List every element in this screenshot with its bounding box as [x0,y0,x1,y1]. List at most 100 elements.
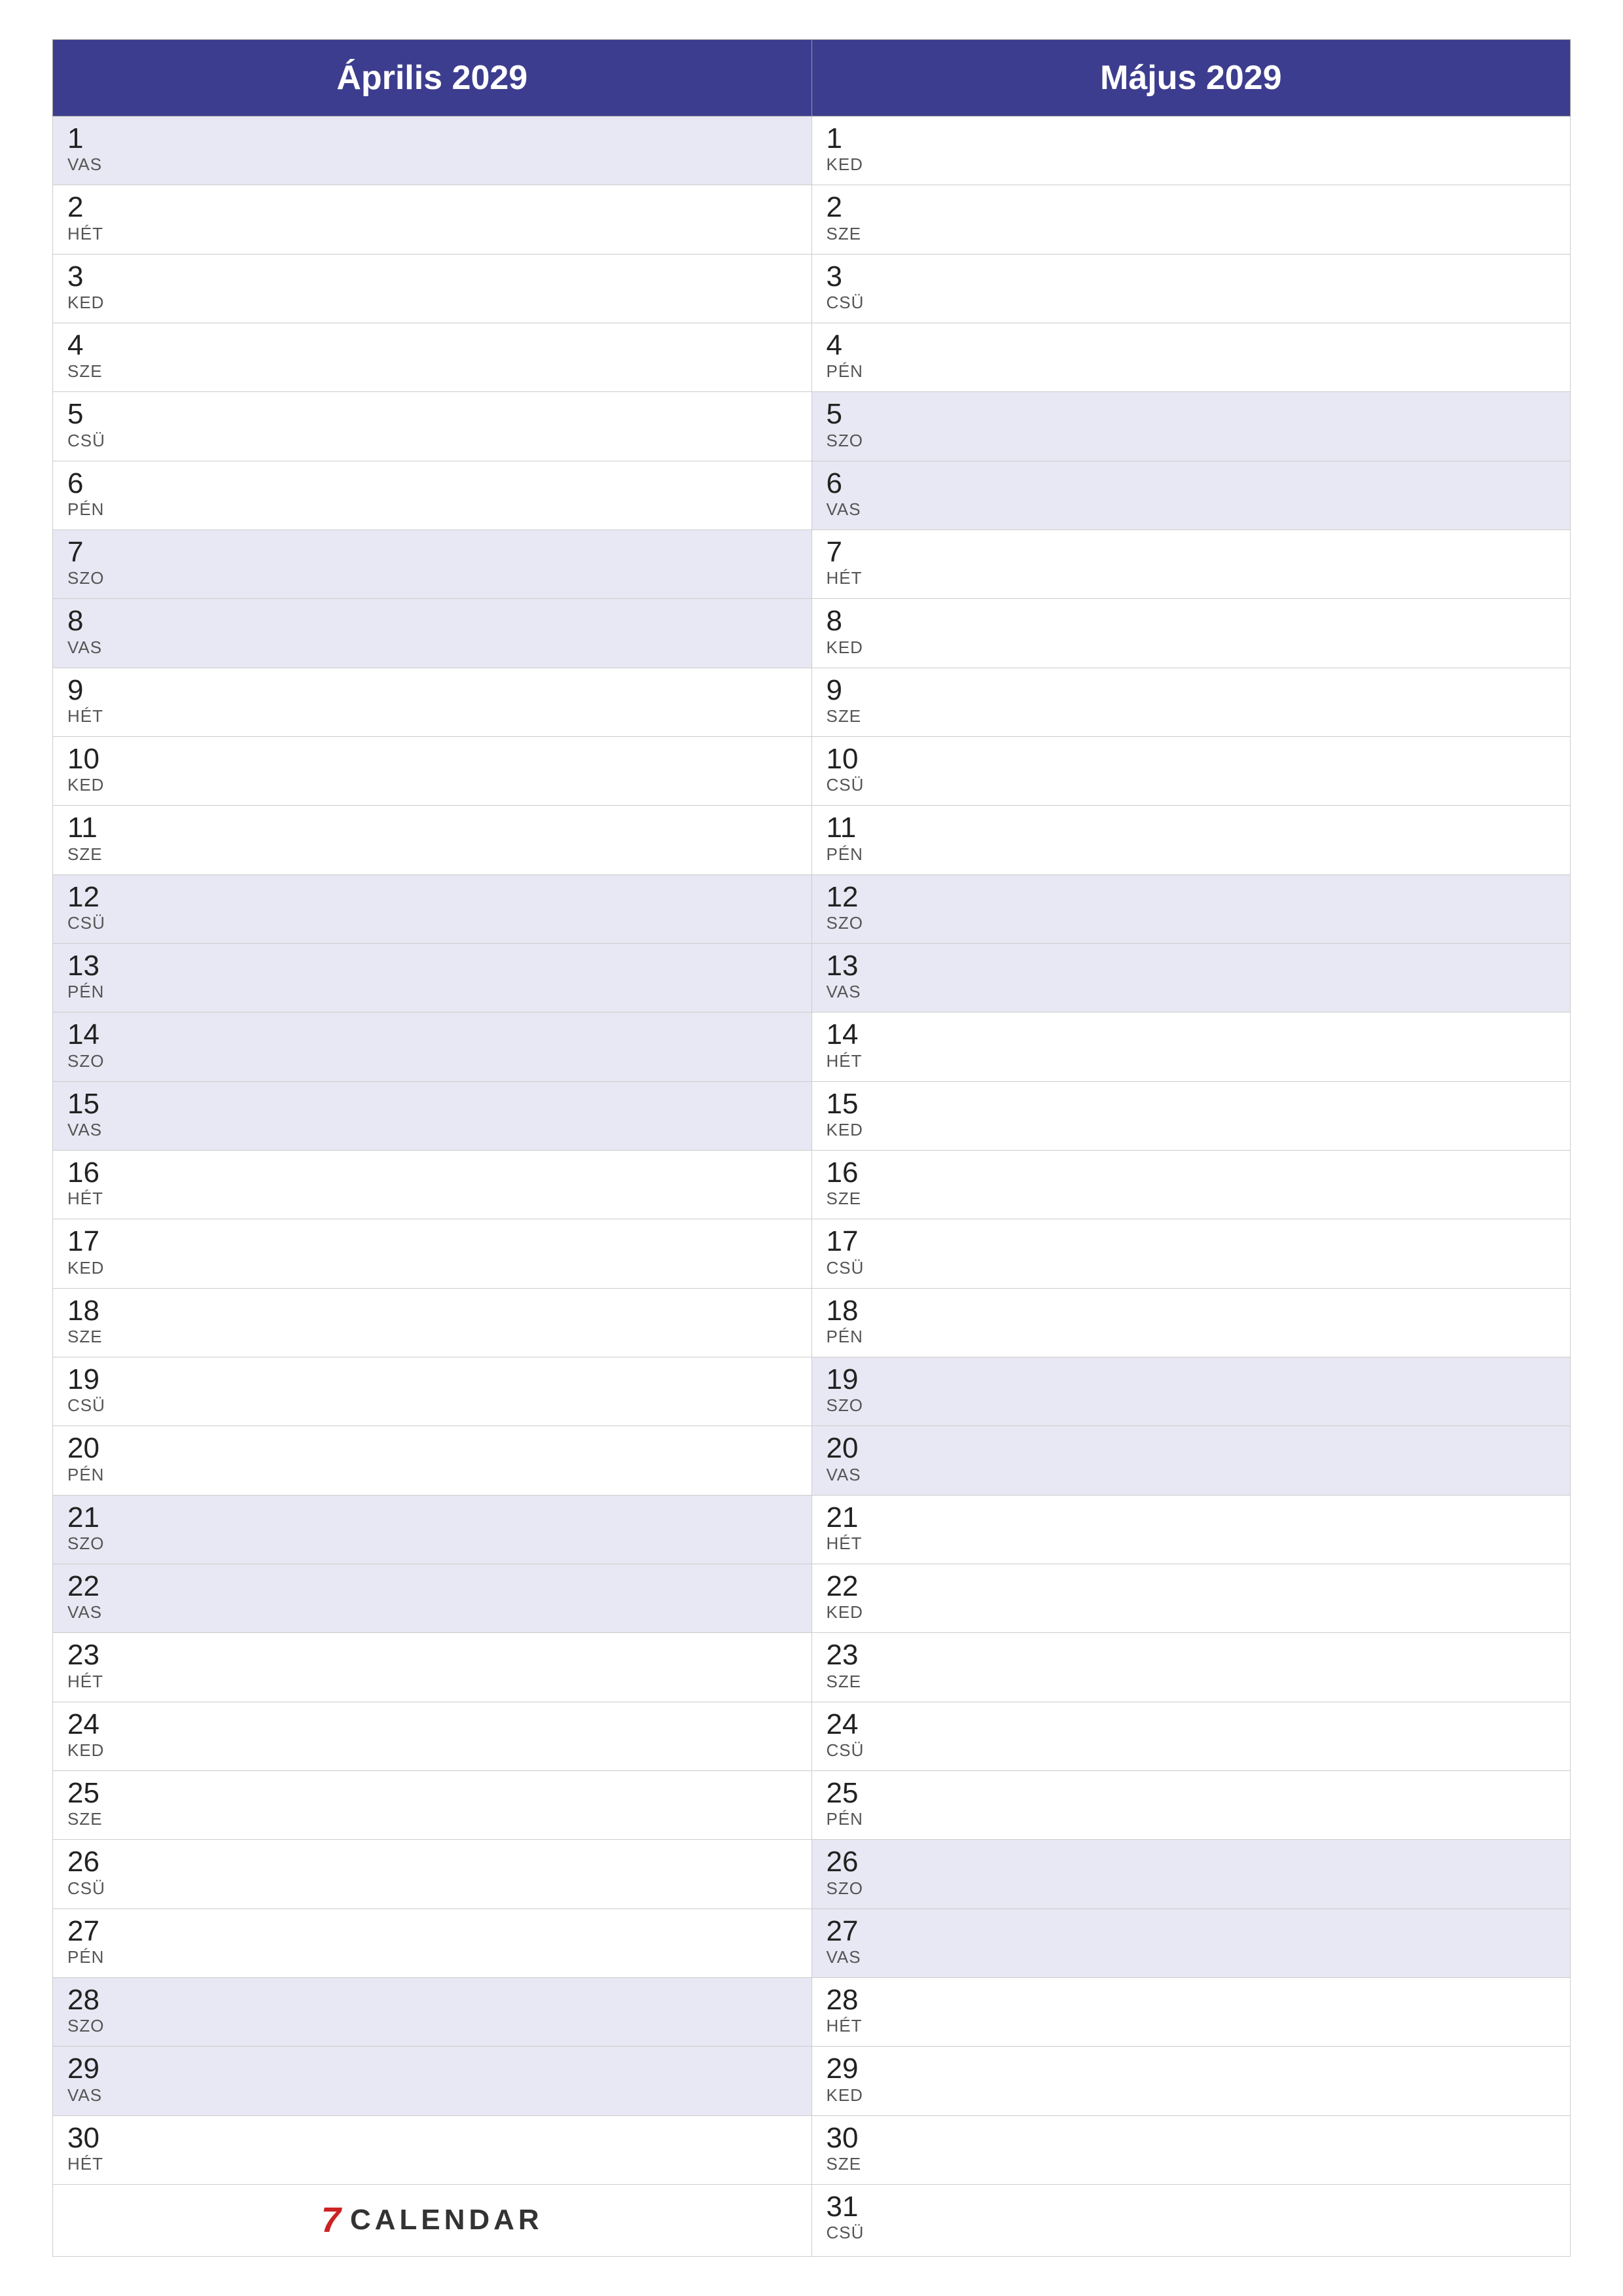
logo-icon: 7 [321,2202,341,2238]
may-day-name-2: SZE [827,224,1556,244]
may-day-num-5: 5 [827,399,1556,430]
may-day-num-6: 6 [827,468,1556,499]
may-day-num-23: 23 [827,1640,1556,1671]
may-day-num-15: 15 [827,1088,1556,1120]
april-day-name-10: KED [67,775,797,795]
april-day-name-15: VAS [67,1120,797,1140]
may-day-name-18: PÉN [827,1327,1556,1347]
april-day-num-21: 21 [67,1502,797,1534]
may-day-num-16: 16 [827,1157,1556,1189]
april-day-num-9: 9 [67,675,797,706]
april-day-num-2: 2 [67,192,797,223]
may-day-name-16: SZE [827,1189,1556,1209]
april-day-num-13: 13 [67,950,797,982]
may-day-name-23: SZE [827,1672,1556,1692]
april-day-name-11: SZE [67,844,797,865]
may-header: Május 2029 [812,40,1571,117]
april-day-name-9: HÉT [67,706,797,726]
april-day-name-3: KED [67,293,797,313]
april-day-num-22: 22 [67,1571,797,1602]
may-day-num-2: 2 [827,192,1556,223]
april-day-num-1: 1 [67,123,797,154]
logo: 7 CALENDAR [67,2202,797,2238]
april-day-name-2: HÉT [67,224,797,244]
april-day-num-4: 4 [67,330,797,361]
may-day-num-17: 17 [827,1226,1556,1257]
april-day-num-27: 27 [67,1916,797,1947]
april-day-name-20: PÉN [67,1465,797,1485]
april-day-name-14: SZO [67,1051,797,1071]
may-day-num-3: 3 [827,261,1556,293]
may-day-num-7: 7 [827,537,1556,568]
may-day-name-4: PÉN [827,361,1556,382]
may-day-num-31: 31 [827,2191,1556,2223]
may-day-num-11: 11 [827,812,1556,844]
may-day-name-19: SZO [827,1395,1556,1416]
april-day-name-27: PÉN [67,1947,797,1967]
april-day-num-3: 3 [67,261,797,293]
may-day-name-3: CSÜ [827,293,1556,313]
page: Április 2029 Május 2029 1VAS1KED2HÉT2SZE… [0,0,1623,2296]
april-day-num-11: 11 [67,812,797,844]
may-day-name-21: HÉT [827,1534,1556,1554]
april-day-num-15: 15 [67,1088,797,1120]
may-day-name-6: VAS [827,499,1556,520]
april-day-num-20: 20 [67,1433,797,1464]
may-day-name-17: CSÜ [827,1258,1556,1278]
april-day-name-17: KED [67,1258,797,1278]
april-day-name-13: PÉN [67,982,797,1002]
april-day-num-25: 25 [67,1778,797,1809]
april-day-num-17: 17 [67,1226,797,1257]
april-day-name-19: CSÜ [67,1395,797,1416]
may-day-num-20: 20 [827,1433,1556,1464]
may-day-num-19: 19 [827,1364,1556,1395]
april-day-num-6: 6 [67,468,797,499]
may-day-name-27: VAS [827,1947,1556,1967]
may-day-name-15: KED [827,1120,1556,1140]
april-day-num-8: 8 [67,605,797,637]
may-day-name-20: VAS [827,1465,1556,1485]
april-day-name-25: SZE [67,1809,797,1829]
logo-text: CALENDAR [350,2204,543,2236]
april-day-num-7: 7 [67,537,797,568]
may-day-name-26: SZO [827,1878,1556,1899]
may-day-name-7: HÉT [827,568,1556,588]
may-day-num-14: 14 [827,1019,1556,1050]
april-day-num-26: 26 [67,1846,797,1878]
may-day-name-13: VAS [827,982,1556,1002]
may-day-num-8: 8 [827,605,1556,637]
april-day-num-23: 23 [67,1640,797,1671]
april-day-name-30: HÉT [67,2154,797,2174]
april-day-num-19: 19 [67,1364,797,1395]
may-day-name-9: SZE [827,706,1556,726]
may-day-num-22: 22 [827,1571,1556,1602]
april-header: Április 2029 [53,40,812,117]
may-day-num-30: 30 [827,2123,1556,2154]
may-day-num-9: 9 [827,675,1556,706]
may-day-num-13: 13 [827,950,1556,982]
may-day-num-26: 26 [827,1846,1556,1878]
may-day-num-1: 1 [827,123,1556,154]
may-day-num-24: 24 [827,1709,1556,1740]
april-day-num-30: 30 [67,2123,797,2154]
may-day-num-27: 27 [827,1916,1556,1947]
april-day-name-6: PÉN [67,499,797,520]
april-day-name-18: SZE [67,1327,797,1347]
may-day-num-21: 21 [827,1502,1556,1534]
april-day-name-26: CSÜ [67,1878,797,1899]
may-day-name-29: KED [827,2085,1556,2106]
calendar-table: Április 2029 Május 2029 1VAS1KED2HÉT2SZE… [52,39,1571,2257]
may-day-name-31: CSÜ [827,2223,1556,2243]
april-day-num-5: 5 [67,399,797,430]
may-day-num-28: 28 [827,1984,1556,2016]
may-day-num-29: 29 [827,2053,1556,2085]
may-day-name-30: SZE [827,2154,1556,2174]
may-day-name-5: SZO [827,431,1556,451]
may-day-name-24: CSÜ [827,1740,1556,1761]
april-day-num-18: 18 [67,1295,797,1327]
header-row: Április 2029 Május 2029 [53,40,1571,117]
may-day-name-28: HÉT [827,2016,1556,2036]
may-day-name-8: KED [827,637,1556,658]
april-day-num-24: 24 [67,1709,797,1740]
may-day-name-14: HÉT [827,1051,1556,1071]
